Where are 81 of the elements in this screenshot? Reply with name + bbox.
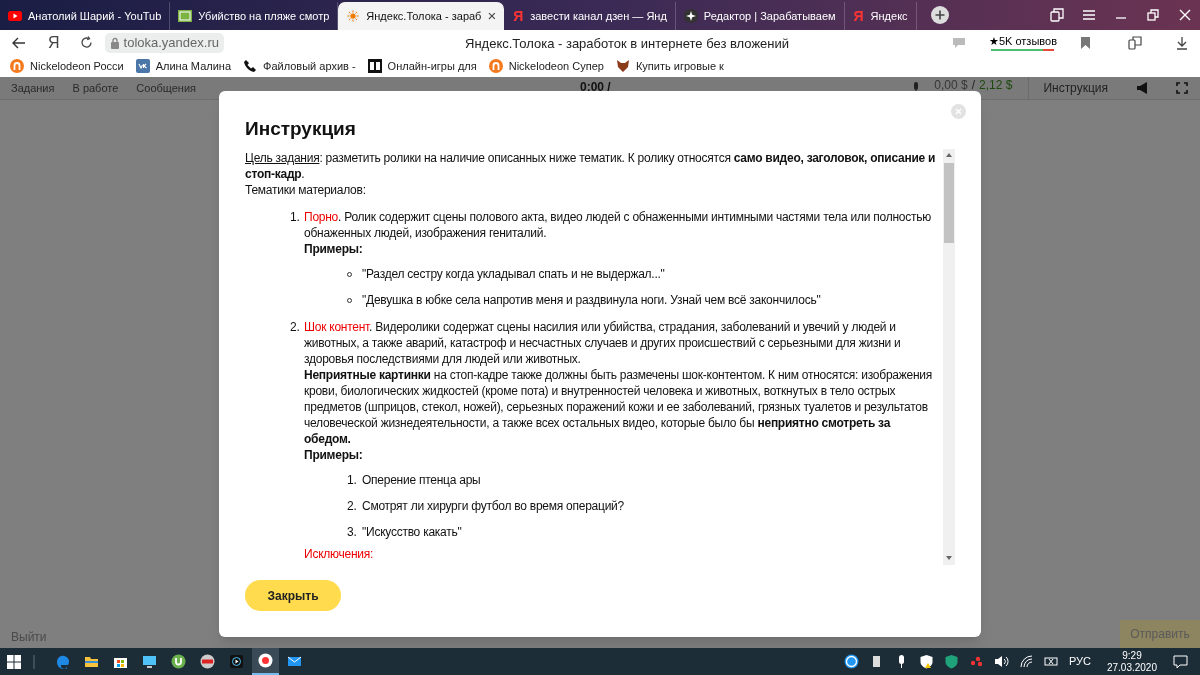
windows-start-icon[interactable] bbox=[7, 654, 21, 669]
earned-amount: 0,00 $ bbox=[934, 78, 968, 92]
menu-icon[interactable] bbox=[1082, 9, 1096, 21]
scrollbar-thumb[interactable] bbox=[944, 163, 954, 243]
keyboard-language[interactable]: РУС bbox=[1068, 653, 1091, 670]
bookmark[interactable]: Купить игровые к bbox=[615, 57, 724, 75]
scroll-down-icon[interactable] bbox=[946, 556, 952, 560]
rating-link[interactable]: ★5K отзывов bbox=[988, 34, 1057, 48]
monitor-icon bbox=[142, 654, 157, 669]
folder-icon bbox=[84, 654, 99, 669]
fullscreen-icon[interactable] bbox=[1176, 82, 1188, 94]
sparkle-icon bbox=[683, 9, 698, 23]
yandex-logo: Я bbox=[512, 6, 525, 26]
network-dots-icon[interactable] bbox=[968, 654, 984, 669]
list-number: 3. bbox=[347, 524, 358, 540]
bookmark-icon[interactable] bbox=[1081, 36, 1090, 49]
dialog-title: Инструкция bbox=[245, 117, 356, 141]
volume-icon[interactable] bbox=[993, 654, 1009, 669]
amount-separator: / bbox=[971, 78, 975, 92]
scroll-up-icon[interactable] bbox=[946, 153, 952, 157]
example-text: "Девушка в юбке села напротив меня и раздвинула ноги. Узнай чем всё закончилось" bbox=[362, 292, 821, 308]
bookmark[interactable]: Алина Малина bbox=[135, 57, 232, 75]
record-icon bbox=[200, 654, 215, 669]
play-icon bbox=[8, 11, 22, 21]
fox-icon bbox=[615, 59, 630, 73]
clock-date[interactable]: 27.03.2020 bbox=[1106, 661, 1157, 674]
section-heading: Тематики материалов: bbox=[245, 182, 367, 198]
wifi-icon[interactable] bbox=[1018, 654, 1034, 669]
topic-note: Неприятные картинки на стоп-кадре также должны быть размечены шок-контентом. К ним относятся: изображения крови, биологических жидкостей (кроме пота) и внутренностей человека и животных, воткнутых в тело острых предметов (шприцов, стекол, ножей), серьезных поражений кожи и ее заболеваний, грязных туалетов и результатов человеческой жизнедеятельности, а также всех остальных видео, которые было бы неприятно смотреть за обедом. bbox=[304, 367, 934, 447]
examples-label: Примеры: bbox=[304, 447, 364, 463]
close-icon[interactable] bbox=[1178, 9, 1192, 21]
mail-icon bbox=[287, 654, 302, 669]
clock-time[interactable]: 9:29 bbox=[1122, 649, 1142, 662]
list-number: 1. bbox=[347, 472, 358, 488]
topic-description: Порно. Ролик содержит сцены полового акта, видео людей с обнаженными интимными частями тела или полностью обнаженных людей, изображения гениталий. bbox=[304, 209, 932, 241]
taskbar-app-button[interactable] bbox=[252, 648, 279, 675]
notifications-icon[interactable] bbox=[1173, 654, 1188, 669]
page-title: Яндекс.Толока - заработок в интернете без вложений bbox=[465, 35, 790, 53]
antivirus-icon[interactable] bbox=[943, 654, 959, 669]
home-button[interactable]: Я bbox=[48, 30, 60, 55]
balance-amount: 2,12 $ bbox=[979, 78, 1013, 92]
timer: 0:00 / bbox=[580, 79, 611, 96]
url-field[interactable]: toloka.yandex.ru bbox=[104, 32, 224, 53]
list-number: 2. bbox=[290, 319, 301, 336]
example-text: "Раздел сестру когда укладывал спать и не выдержал..." bbox=[362, 266, 665, 282]
browser-tab[interactable]: Яндекс.Толока - зараб × bbox=[338, 2, 505, 30]
bookmark[interactable]: Nickelodeon Росси bbox=[10, 57, 124, 75]
phone-icon bbox=[243, 59, 258, 73]
browser-icon bbox=[55, 654, 70, 669]
topic-description: Шок контент. Видеролики содержат сцены насилия или убийства, страдания, заболеваний и увечий у людей и животных, а также аварий, катастроф и несчастных случаев и других происшествий с серьезными для жизни и здоровья последствиями для людей или животных. bbox=[304, 319, 902, 367]
lock-icon bbox=[109, 36, 120, 49]
sun-icon bbox=[346, 9, 361, 23]
goal-paragraph: Цель задания: разметить ролики на наличие описанных ниже тематик. К ролику относятся само видео, заголовок, описание и стоп-кадр. bbox=[245, 150, 937, 182]
torrent-icon bbox=[171, 654, 186, 669]
scrollbar[interactable] bbox=[943, 149, 955, 565]
hd-icon bbox=[178, 10, 193, 22]
list-number: 2. bbox=[347, 498, 358, 514]
player-icon bbox=[229, 654, 244, 669]
restore-icon[interactable] bbox=[1146, 9, 1160, 21]
example-text: "Искусство какать" bbox=[362, 524, 462, 540]
list-number: 1. bbox=[290, 209, 301, 226]
shield-icon[interactable] bbox=[918, 654, 934, 669]
yandex-logo: Я bbox=[852, 6, 865, 26]
new-tab-icon[interactable] bbox=[930, 6, 949, 24]
bookmark[interactable]: Nickelodeon Супер bbox=[488, 57, 604, 75]
bookmark[interactable]: Онлайн-игры для bbox=[367, 57, 477, 75]
examples-label: Примеры: bbox=[304, 241, 364, 257]
battery-icon[interactable] bbox=[1043, 654, 1059, 669]
example-text: Смотрят ли хирурги футбол во время операций? bbox=[362, 498, 624, 514]
close-button[interactable]: Закрыть bbox=[245, 580, 341, 611]
tabs-list-icon[interactable] bbox=[1050, 8, 1064, 22]
reload-icon[interactable] bbox=[79, 36, 93, 49]
collections-icon[interactable] bbox=[1128, 35, 1142, 50]
help-icon[interactable] bbox=[843, 654, 859, 669]
example-text: Оперение птенца ары bbox=[362, 472, 481, 488]
download-icon[interactable] bbox=[1176, 35, 1188, 50]
bookmark[interactable]: Файловый архив - bbox=[243, 57, 356, 75]
megaphone-icon[interactable] bbox=[1136, 82, 1150, 94]
instructions-button[interactable]: Инструкция bbox=[1028, 76, 1122, 100]
back-icon[interactable] bbox=[12, 36, 26, 49]
section-heading: Исключения: bbox=[304, 546, 375, 562]
